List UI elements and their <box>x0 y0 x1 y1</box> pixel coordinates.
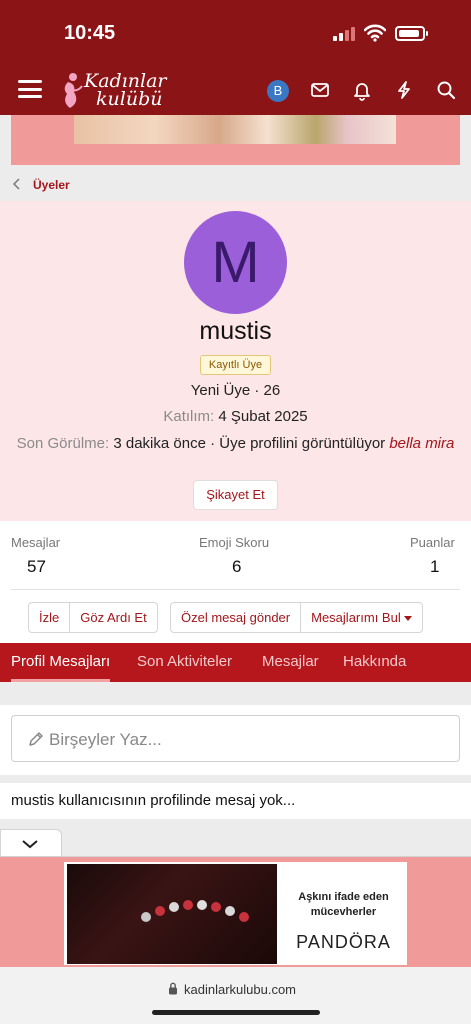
chevron-left-icon <box>12 178 20 190</box>
banner-image <box>74 115 396 144</box>
report-button[interactable]: Şikayet Et <box>193 480 278 510</box>
tab-recent-activity[interactable]: Son Aktiviteler <box>137 643 232 682</box>
last-seen-info: Son Görülme: 3 dakika önce · Üye profili… <box>12 433 459 455</box>
post-input[interactable]: Birşeyler Yaz... <box>11 715 460 762</box>
pencil-icon <box>29 732 43 746</box>
stat-messages-value: 57 <box>27 557 46 576</box>
last-seen-link[interactable]: bella mira <box>389 435 454 452</box>
stat-emoji-score-label: Emoji Skoru <box>199 535 270 550</box>
last-seen-label: Son Görülme: <box>16 435 110 452</box>
stat-messages-label: Mesajlar <box>11 535 61 550</box>
battery-icon <box>395 26 428 41</box>
status-bar: 10:45 <box>0 0 471 62</box>
profile-header: M mustis Kayıtlı Üye Yeni Üye · 26 Katıl… <box>0 201 471 521</box>
lightning-icon[interactable] <box>393 79 415 101</box>
signal-icon <box>333 27 355 41</box>
ad-headline-line1: Aşkını ifade eden <box>298 891 389 903</box>
tab-messages[interactable]: Mesajlar <box>262 643 319 682</box>
tab-about[interactable]: Hakkında <box>343 643 406 682</box>
mail-icon[interactable] <box>309 79 331 101</box>
menu-icon[interactable] <box>18 80 42 98</box>
joined-label: Katılım: <box>163 408 215 425</box>
logo-figure-icon <box>64 73 83 108</box>
follow-ignore-group: İzle Göz Ardı Et <box>28 602 158 633</box>
post-box-container: Birşeyler Yaz... <box>0 705 471 775</box>
collapse-toggle[interactable] <box>0 829 62 857</box>
user-avatar[interactable]: B <box>267 80 289 102</box>
ad-headline-line2: mücevherler <box>310 906 377 918</box>
last-seen-value: 3 dakika önce · Üye profilini görüntülüy… <box>113 435 386 452</box>
find-messages-label: Mesajlarımı Bul <box>311 610 401 625</box>
profile-stats: Mesajlar 57 Emoji Skoru 6 Puanlar 1 İzle… <box>0 521 471 643</box>
joined-info: Katılım: 4 Şubat 2025 <box>0 408 471 425</box>
chevron-down-icon <box>22 840 38 849</box>
site-logo[interactable]: Kadınlar kulübü <box>58 68 173 112</box>
tab-profile-messages[interactable]: Profil Mesajları <box>11 643 111 682</box>
user-title: Yeni Üye · 26 <box>190 382 281 399</box>
stat-points-label: Puanlar <box>410 535 455 550</box>
private-message-button[interactable]: Özel mesaj gönder <box>171 603 302 632</box>
joined-date: 4 Şubat 2025 <box>218 408 308 425</box>
top-banner-ad[interactable] <box>11 115 460 165</box>
message-actions-group: Özel mesaj gönder Mesajlarımı Bul <box>170 602 423 633</box>
caret-down-icon <box>403 616 412 622</box>
ad-brand-logo: PANDÖRA <box>296 932 391 952</box>
lock-icon <box>169 982 177 995</box>
post-box-area: Birşeyler Yaz... <box>0 682 471 775</box>
browser-url-bar[interactable]: kadinlarkulubu.com <box>0 967 471 1024</box>
bracelet-image <box>67 864 277 964</box>
bell-icon[interactable] <box>351 79 373 101</box>
home-indicator[interactable] <box>152 1010 320 1015</box>
ignore-button[interactable]: Göz Ardı Et <box>70 603 156 632</box>
stat-points-value: 1 <box>430 557 440 576</box>
logo-text-line2: kulübü <box>96 88 163 110</box>
empty-profile-messages: mustis kullanıcısının profilinde mesaj y… <box>0 783 471 819</box>
stat-emoji-score-value: 6 <box>232 557 242 576</box>
top-navbar: Kadınlar kulübü B <box>0 62 471 115</box>
follow-button[interactable]: İzle <box>29 603 71 632</box>
url-text: kadinlarkulubu.com <box>184 982 297 997</box>
divider <box>11 589 460 590</box>
search-icon[interactable] <box>435 79 457 101</box>
breadcrumb-link-members[interactable]: Üyeler <box>33 178 70 192</box>
breadcrumb: Üyeler <box>0 166 471 201</box>
wifi-icon <box>364 24 386 42</box>
user-role-badge: Kayıtlı Üye <box>200 355 271 375</box>
ad-content: Aşkını ifade eden mücevherler PANDÖRA <box>64 862 407 965</box>
bottom-banner-ad[interactable]: Aşkını ifade eden mücevherler PANDÖRA <box>0 857 471 967</box>
profile-tabs: Profil Mesajları Son Aktiviteler Mesajla… <box>0 643 471 682</box>
profile-username: mustis <box>199 317 272 345</box>
profile-avatar[interactable]: M <box>184 211 287 314</box>
ad-headline: Aşkını ifade eden mücevherler <box>286 890 401 920</box>
find-messages-button[interactable]: Mesajlarımı Bul <box>301 603 422 632</box>
post-input-placeholder: Birşeyler Yaz... <box>49 730 162 749</box>
clock: 10:45 <box>64 22 116 44</box>
